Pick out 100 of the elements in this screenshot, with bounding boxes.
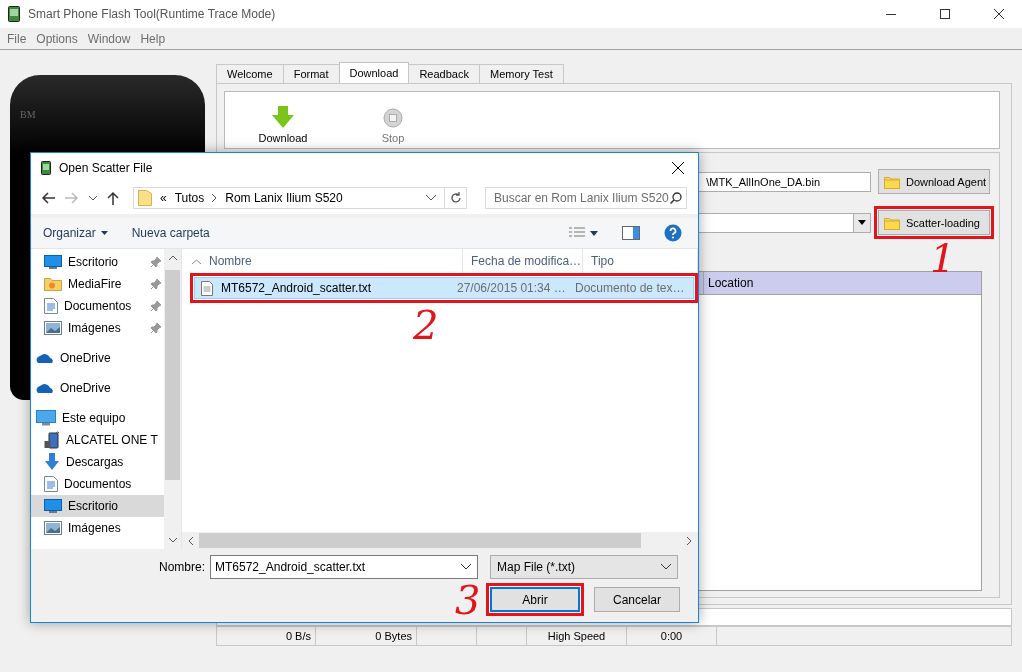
scroll-down-icon xyxy=(168,538,177,543)
folder-icon xyxy=(138,190,152,206)
nav-item[interactable]: OneDrive xyxy=(31,377,164,399)
list-view-icon xyxy=(569,227,585,239)
dropdown-arrow-icon xyxy=(858,220,866,225)
scrollbar[interactable] xyxy=(182,532,698,549)
breadcrumb-overflow[interactable]: « xyxy=(160,191,167,205)
cloud-icon xyxy=(36,382,54,394)
tab[interactable]: Readback xyxy=(408,64,480,83)
time-status: 0:00 xyxy=(627,627,717,645)
nav-item[interactable]: Escritorio xyxy=(31,495,164,517)
nav-item[interactable]: Documentos xyxy=(31,473,164,495)
text-file-icon xyxy=(201,280,213,296)
cloud-icon xyxy=(36,352,54,364)
folder-icon xyxy=(884,174,900,189)
breadcrumb-item[interactable]: Rom Lanix Ilium S520 xyxy=(225,191,343,205)
menu-item[interactable]: File xyxy=(2,31,32,46)
help-icon xyxy=(664,224,682,242)
app-icon xyxy=(41,160,51,175)
cancel-button[interactable]: Cancelar xyxy=(594,587,680,612)
filename-field[interactable]: MT6572_Android_scatter.txt xyxy=(210,555,478,579)
chevron-down-icon xyxy=(426,195,436,201)
folder-icon xyxy=(884,215,900,230)
document-icon xyxy=(44,476,58,492)
nav-item[interactable]: ALCATEL ONE T xyxy=(31,429,164,451)
file-type: Documento de tex… xyxy=(574,281,686,295)
sort-caret-icon xyxy=(192,258,201,264)
chevron-down-icon xyxy=(89,195,97,201)
refresh-icon xyxy=(449,192,462,204)
nav-item[interactable]: Imágenes xyxy=(31,517,164,539)
menu-item[interactable]: Options xyxy=(31,31,83,46)
down-arrow-icon xyxy=(272,106,294,128)
chevron-down-icon xyxy=(661,564,671,570)
back-arrow-icon xyxy=(41,192,55,204)
up-arrow-icon xyxy=(107,191,119,205)
open-button[interactable]: Abrir xyxy=(490,587,580,612)
phone-icon xyxy=(44,431,60,449)
file-name: MT6572_Android_scatter.txt xyxy=(220,281,373,295)
nav-item[interactable]: Este equipo xyxy=(31,407,164,429)
nav-item[interactable]: Escritorio xyxy=(31,251,164,273)
filename-label: Nombre: xyxy=(159,560,205,574)
breadcrumb-item[interactable]: Tutos xyxy=(174,191,205,205)
scroll-up-icon xyxy=(168,255,177,260)
speed-status: 0 B/s xyxy=(217,627,316,645)
menu-item[interactable]: Window xyxy=(82,31,136,46)
organize-menu[interactable]: Organizar xyxy=(39,224,112,242)
maximize-icon xyxy=(940,9,950,19)
column-header[interactable]: Fecha de modifica… xyxy=(463,249,583,273)
nav-item[interactable]: MediaFire xyxy=(31,273,164,295)
mode-status: High Speed xyxy=(527,627,627,645)
file-row[interactable]: MT6572_Android_scatter.txt 27/06/2015 01:34 … Documento de tex… xyxy=(194,277,694,299)
chevron-right-icon xyxy=(212,194,218,202)
picture-icon xyxy=(44,321,62,335)
bytes-status: 0 Bytes xyxy=(316,627,417,645)
picture-icon xyxy=(44,521,62,535)
caret-icon xyxy=(100,231,108,235)
folder-icon xyxy=(44,277,62,291)
scrollbar[interactable] xyxy=(164,249,181,549)
caret-icon xyxy=(590,230,598,236)
tab[interactable]: Download xyxy=(338,62,410,83)
monitor-icon xyxy=(44,255,62,269)
new-folder-button[interactable]: Nueva carpeta xyxy=(127,224,214,242)
column-header[interactable]: Tipo xyxy=(583,249,698,273)
document-icon xyxy=(44,298,58,314)
tab[interactable]: Welcome xyxy=(216,64,284,83)
recent-button[interactable] xyxy=(87,193,99,203)
forward-arrow-icon xyxy=(65,192,79,204)
scroll-right-icon xyxy=(687,536,692,545)
phone-brand: BM xyxy=(20,109,36,120)
search-icon xyxy=(670,192,682,204)
annotation-number: 2 xyxy=(413,305,439,345)
address-bar[interactable]: « Tutos Rom Lanix Ilium S520 xyxy=(133,187,467,209)
nav-item[interactable]: Documentos xyxy=(31,295,164,317)
annotation-number: 3 xyxy=(455,580,481,620)
nav-item[interactable]: Imágenes xyxy=(31,317,164,339)
search-field[interactable]: Buscar en Rom Lanix Ilium S520 xyxy=(485,187,687,209)
chevron-down-icon xyxy=(461,564,471,570)
pane-icon xyxy=(622,226,640,240)
close-icon xyxy=(672,161,684,174)
app-icon xyxy=(8,6,20,22)
nav-item[interactable]: Descargas xyxy=(31,451,164,473)
column-header[interactable]: Nombre xyxy=(201,249,463,273)
dialog-title: Open Scatter File xyxy=(59,160,154,175)
computer-icon xyxy=(36,410,56,426)
nav-item[interactable]: OneDrive xyxy=(31,347,164,369)
scatter-loading-button[interactable]: Scatter-loading xyxy=(878,210,990,235)
file-type-dropdown[interactable]: Map File (*.txt) xyxy=(490,555,678,579)
up-button[interactable] xyxy=(105,189,121,207)
download-agent-button[interactable]: Download Agent xyxy=(878,169,990,194)
close-icon xyxy=(994,9,1004,19)
tab[interactable]: Memory Test xyxy=(478,64,564,83)
download-button[interactable]: Download xyxy=(253,106,313,144)
stop-icon xyxy=(383,108,403,128)
file-date: 27/06/2015 01:34 … xyxy=(456,281,567,295)
scroll-left-icon xyxy=(188,536,193,545)
window-title: Smart Phone Flash Tool(Runtime Trace Mode) xyxy=(28,7,277,21)
monitor-icon xyxy=(44,499,62,513)
back-button[interactable] xyxy=(39,190,57,206)
menu-item[interactable]: Help xyxy=(135,31,171,46)
column-header: Location xyxy=(703,272,981,294)
